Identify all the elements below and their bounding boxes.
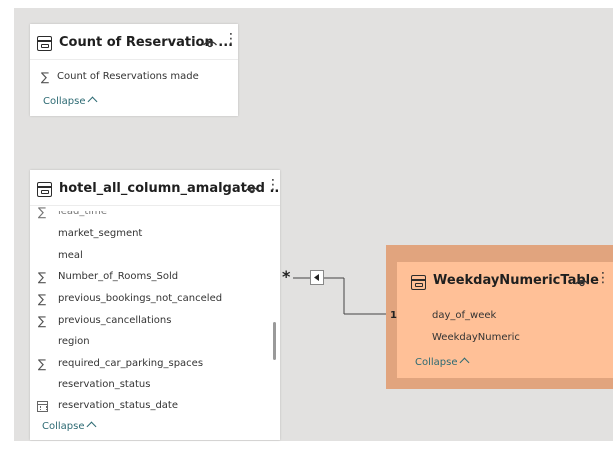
collapse-label: Collapse xyxy=(42,421,85,432)
more-options-icon[interactable]: ⋮ xyxy=(266,178,280,192)
chevron-up-icon xyxy=(459,357,469,368)
cardinality-one: 1 xyxy=(390,310,397,321)
header-divider xyxy=(30,59,238,60)
table-icon xyxy=(411,275,426,290)
sigma-icon: ∑ xyxy=(40,70,50,84)
field-reservation-status-date[interactable]: reservation_status_date xyxy=(58,398,178,414)
table-icon xyxy=(37,36,52,51)
card-header[interactable]: hotel_all_column_amalgated ... ⋮ xyxy=(30,170,280,206)
field-previous-bookings-not-canceled[interactable]: previous_bookings_not_canceled xyxy=(58,291,222,307)
scrollbar-thumb[interactable] xyxy=(273,322,276,360)
collapse-label: Collapse xyxy=(43,96,86,107)
eye-icon[interactable] xyxy=(574,276,590,288)
calendar-icon xyxy=(37,401,48,412)
field-reservation-status[interactable]: reservation_status xyxy=(58,377,150,393)
relationship-line[interactable] xyxy=(280,270,400,330)
field-region[interactable]: region xyxy=(58,334,90,350)
sigma-icon: ∑ xyxy=(37,314,47,328)
arrow-left-icon[interactable] xyxy=(310,270,324,285)
chevron-up-icon xyxy=(87,96,97,107)
field-day-of-week[interactable]: day_of_week xyxy=(432,308,496,324)
field-lead-time-partial[interactable]: lead_time xyxy=(58,211,107,220)
field-previous-cancellations[interactable]: previous_cancellations xyxy=(58,313,171,329)
sigma-icon: ∑ xyxy=(37,292,47,306)
collapse-button[interactable]: Collapse xyxy=(42,421,96,432)
field-weekdaynumeric[interactable]: WeekdayNumeric xyxy=(432,330,520,346)
table-card-count-of-reservations[interactable]: Count of Reservation ... ⋮ ∑ Count of Re… xyxy=(30,24,238,116)
table-card-hotel-all-column-amalgated[interactable]: hotel_all_column_amalgated ... ⋮ ∑ lead_… xyxy=(30,170,280,440)
field-market-segment[interactable]: market_segment xyxy=(58,226,142,242)
chevron-up-icon xyxy=(86,421,96,432)
sigma-icon: ∑ xyxy=(37,205,47,219)
more-options-icon[interactable]: ⋮ xyxy=(596,271,610,285)
collapse-label: Collapse xyxy=(415,357,458,368)
cardinality-many: * xyxy=(282,267,291,286)
field-required-car-parking-spaces[interactable]: required_car_parking_spaces xyxy=(58,356,203,372)
table-icon xyxy=(37,182,52,197)
collapse-button[interactable]: Collapse xyxy=(43,96,97,107)
field-meal[interactable]: meal xyxy=(58,248,83,264)
field-number-of-rooms-sold[interactable]: Number_of_Rooms_Sold xyxy=(58,269,178,285)
header-divider xyxy=(30,205,280,206)
sigma-icon: ∑ xyxy=(37,270,47,284)
eye-icon[interactable] xyxy=(202,37,218,49)
table-card-weekdaynumerictable[interactable]: WeekdayNumericTable ⋮ 1 day_of_week Week… xyxy=(390,262,613,378)
eye-icon[interactable] xyxy=(244,183,260,195)
collapse-button[interactable]: Collapse xyxy=(415,357,469,368)
card-header[interactable]: Count of Reservation ... ⋮ xyxy=(30,24,238,60)
sigma-icon: ∑ xyxy=(37,357,47,371)
field-count-of-reservations-made[interactable]: Count of Reservations made xyxy=(57,69,199,85)
more-options-icon[interactable]: ⋮ xyxy=(224,32,238,46)
